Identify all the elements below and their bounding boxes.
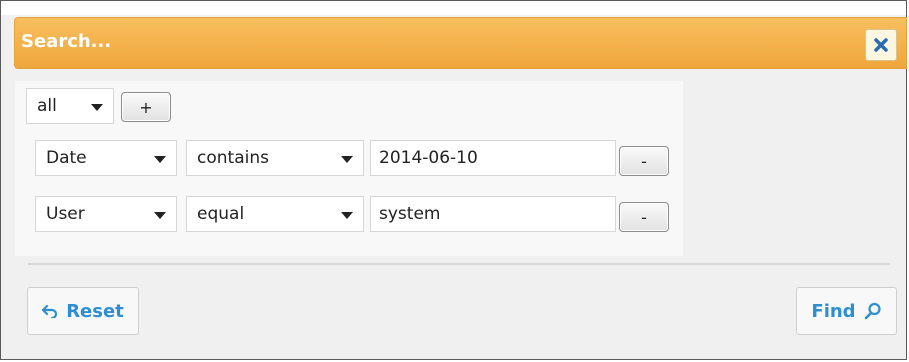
reset-label: Reset	[66, 300, 124, 322]
rule-1-value-text: 2014-06-10	[379, 148, 478, 168]
top-strip	[1, 1, 906, 15]
group-match-select[interactable]: all	[26, 88, 114, 124]
footer-divider	[28, 263, 890, 265]
search-dialog: Search... all + Date contains 2014-06-10…	[0, 0, 907, 360]
find-button[interactable]: Find	[796, 287, 897, 335]
rule-2-operator-select[interactable]: equal	[186, 196, 364, 232]
chevron-down-icon	[154, 212, 166, 219]
rule-2-operator-value: equal	[197, 204, 245, 224]
rule-2-remove-button[interactable]: -	[619, 202, 669, 232]
chevron-down-icon	[91, 104, 103, 111]
dialog-titlebar: Search...	[14, 17, 907, 69]
chevron-down-icon	[341, 212, 353, 219]
rule-1-remove-button[interactable]: -	[619, 146, 669, 176]
rule-2-field-select[interactable]: User	[35, 196, 177, 232]
close-button[interactable]	[865, 29, 897, 61]
add-rule-button[interactable]: +	[121, 92, 171, 122]
close-x-icon	[874, 38, 888, 52]
search-icon	[864, 302, 882, 320]
dialog-title: Search...	[21, 31, 112, 52]
chevron-down-icon	[341, 156, 353, 163]
find-label: Find	[811, 300, 856, 322]
group-match-value: all	[37, 96, 57, 116]
reset-button[interactable]: Reset	[27, 287, 139, 335]
rule-1-field-value: Date	[46, 148, 87, 168]
chevron-down-icon	[154, 156, 166, 163]
undo-arrow-icon	[42, 304, 58, 318]
rule-1-field-select[interactable]: Date	[35, 140, 177, 176]
rule-1-operator-select[interactable]: contains	[186, 140, 364, 176]
rule-2-field-value: User	[46, 204, 85, 224]
rule-2-value-text: system	[379, 204, 441, 224]
rule-1-value-input[interactable]: 2014-06-10	[370, 140, 616, 176]
rule-2-value-input[interactable]: system	[370, 196, 616, 232]
rule-1-operator-value: contains	[197, 148, 269, 168]
